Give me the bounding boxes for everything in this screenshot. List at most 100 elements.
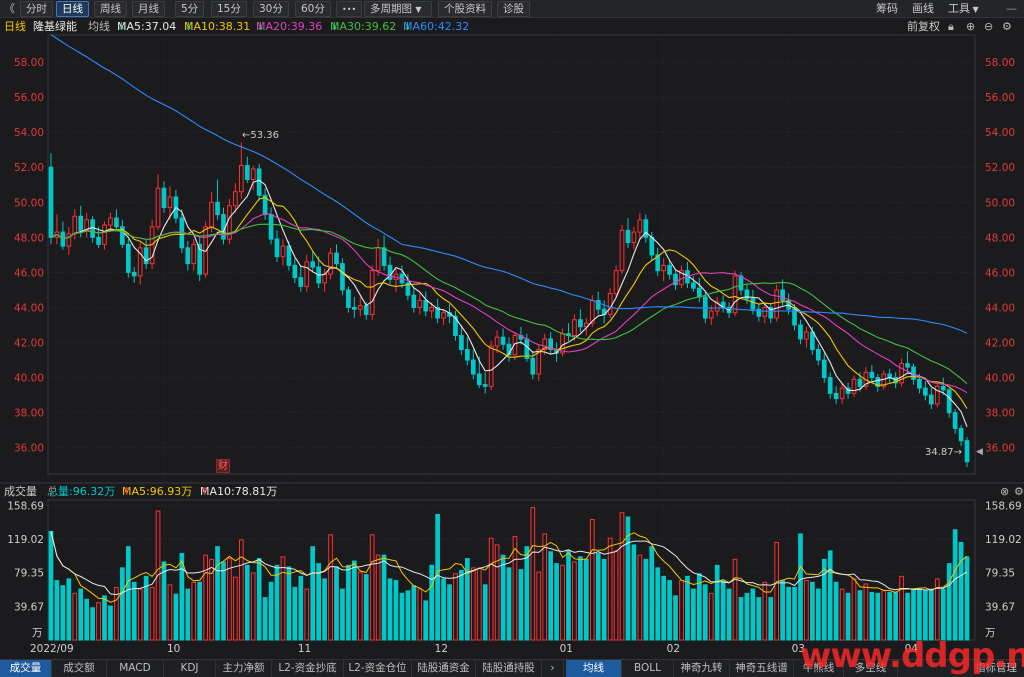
candle: [578, 319, 583, 328]
candle: [96, 236, 101, 245]
candle: [292, 264, 298, 279]
candle: [524, 338, 530, 359]
volume-bar: [90, 607, 95, 641]
volume-bar: [875, 592, 881, 641]
candle: [244, 164, 250, 180]
volume-bar: [238, 539, 244, 641]
candle: [702, 296, 708, 319]
tab-five-lines[interactable]: 神奇五线谱: [730, 660, 794, 677]
candle: [102, 224, 107, 245]
volume-bar: [494, 544, 500, 641]
volume-bar: [923, 590, 928, 641]
settings-icon[interactable]: ⚙: [1014, 484, 1024, 500]
tab-main-net[interactable]: 主力净额: [216, 660, 272, 677]
tab-northbound-fund[interactable]: 陆股通资金: [412, 660, 476, 677]
price-axis-label-right: 44.00: [985, 302, 1015, 314]
date-axis-label: 2022/09: [30, 643, 74, 655]
volume-bar: [387, 578, 393, 641]
candle: [411, 294, 417, 308]
candle: [923, 387, 928, 396]
candle: [417, 299, 423, 308]
chevron-right-icon[interactable]: ›: [542, 660, 564, 677]
tab-turnover[interactable]: 成交额: [52, 660, 107, 677]
tab-ma[interactable]: 均线: [566, 660, 622, 677]
candle: [256, 168, 262, 196]
tab-l2-position[interactable]: L2-资金仓位: [344, 660, 412, 677]
candle: [756, 308, 762, 317]
candle: [661, 264, 667, 272]
price-axis-label-left: 38.00: [14, 408, 44, 420]
volume-bar: [316, 563, 321, 641]
volume-bar: [750, 588, 756, 641]
date-axis-label: 01: [560, 643, 573, 655]
volume-bar: [815, 588, 821, 641]
tab-northbound-hold[interactable]: 陆股通持股: [476, 660, 542, 677]
candle: [928, 394, 934, 405]
volume-bar: [542, 533, 548, 641]
candle: [340, 263, 345, 291]
tab-macd[interactable]: MACD: [107, 660, 164, 677]
price-axis-label-right: 36.00: [985, 443, 1015, 455]
volume-bar: [369, 534, 375, 641]
volume-bar: [881, 590, 887, 641]
volume-bar: [946, 563, 952, 641]
tab-kdj[interactable]: KDJ: [164, 660, 216, 677]
volume-bar: [84, 598, 90, 641]
volume-bar: [120, 567, 125, 641]
candle: [821, 359, 827, 379]
volume-bar: [399, 592, 405, 641]
volume-bar: [375, 554, 381, 641]
tab-volume[interactable]: 成交量: [0, 660, 52, 677]
volume-bar: [708, 592, 714, 641]
candle: [494, 336, 500, 347]
candle: [215, 201, 220, 216]
volume-unit-left: 万: [32, 627, 43, 639]
volume-bar: [72, 592, 78, 641]
volume-axis-label-left: 158.69: [7, 500, 44, 512]
tab-td9[interactable]: 神奇九转: [674, 660, 730, 677]
price-axis-label-left: 46.00: [14, 267, 44, 279]
candle: [607, 292, 613, 315]
candle: [810, 331, 815, 351]
tab-boll[interactable]: BOLL: [622, 660, 674, 677]
volume-bar: [203, 554, 208, 641]
volume-bar: [334, 566, 339, 641]
volume-bar: [554, 563, 559, 641]
candle: [637, 219, 643, 233]
candle: [940, 385, 946, 391]
volume-bar: [310, 546, 316, 641]
volume-label[interactable]: 成交量: [4, 484, 37, 500]
candle: [869, 371, 875, 379]
candle: [833, 392, 839, 400]
candle: [708, 310, 714, 319]
price-chart[interactable]: 58.00 58.00 56.00 56.00 54.00 54.00 52.00 52.00…: [0, 0, 1024, 677]
volume-bar: [792, 586, 797, 641]
volume-bar: [756, 597, 762, 641]
volume-bar: [268, 581, 274, 641]
volume-bar: [274, 564, 280, 641]
volume-bar: [488, 537, 494, 641]
volume-bar: [328, 534, 333, 641]
volume-bar: [780, 580, 785, 641]
close-icon[interactable]: ⊗: [1000, 484, 1009, 500]
volume-bar: [131, 581, 137, 641]
candle: [798, 324, 803, 340]
volume-bar: [851, 578, 857, 641]
tab-l2-bottom[interactable]: L2-资金抄底: [272, 660, 344, 677]
volume-bar: [661, 575, 667, 641]
candle: [274, 238, 280, 258]
volume-bar: [905, 592, 910, 641]
candle: [839, 387, 845, 400]
volume-bar: [411, 585, 417, 641]
volume-bar: [685, 575, 690, 641]
volume-bar: [863, 583, 869, 641]
candle: [429, 306, 435, 312]
volume-bar: [893, 591, 898, 641]
financial-report-badge[interactable]: 财: [216, 459, 230, 473]
candle: [774, 289, 780, 319]
candle: [488, 345, 494, 387]
candle: [298, 277, 304, 287]
price-axis-label-right: 56.00: [985, 92, 1015, 104]
candle: [423, 299, 429, 312]
price-axis-label-right: 40.00: [985, 373, 1015, 385]
